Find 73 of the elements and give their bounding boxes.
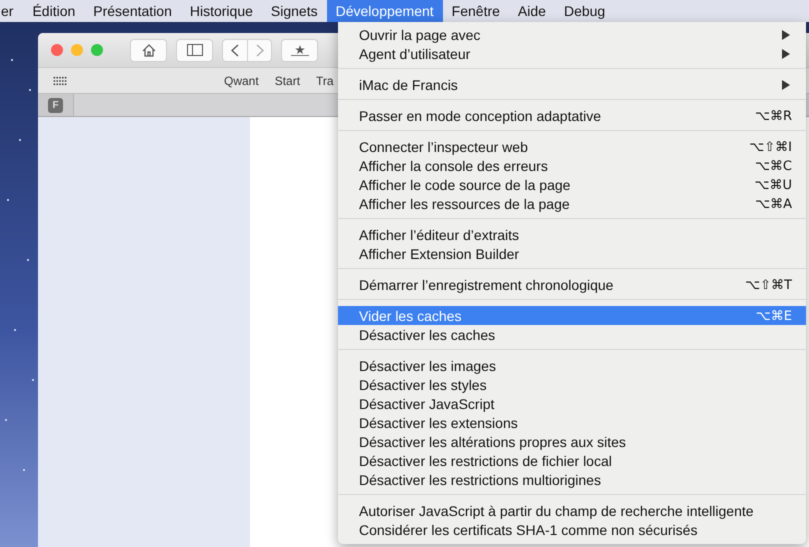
chevron-right-icon: [256, 44, 264, 56]
menu-item-label: Vider les caches: [359, 308, 462, 324]
favorite-link[interactable]: Tra: [316, 74, 334, 88]
menu-item-label: Désactiver les images: [359, 358, 497, 374]
menu-item[interactable]: Passer en mode conception adaptative ⌥⌘R: [338, 106, 806, 125]
menu-item[interactable]: Désactiver les caches: [338, 325, 806, 344]
shortcut-label: ⌥⌘A: [755, 196, 792, 214]
tab-icon[interactable]: F: [48, 98, 63, 112]
menu-item-label: Afficher Extension Builder: [359, 246, 520, 262]
star-icon: [290, 44, 308, 56]
home-icon: [142, 44, 156, 56]
menu-item-label: Désactiver les restrictions multiorigines: [359, 472, 602, 488]
menu-item-label: Désactiver les extensions: [359, 414, 519, 430]
menu-bar-item[interactable]: Développement: [326, 0, 443, 22]
menu-bar-item[interactable]: Fenêtre: [442, 0, 509, 22]
menu-item[interactable]: Afficher les ressources de la page ⌥⌘A: [338, 194, 806, 213]
menu-item[interactable]: Autoriser JavaScript à partir du champ de recherche intelligente: [338, 501, 806, 520]
menu-item-label: Désactiver JavaScript: [359, 396, 496, 412]
favorite-link[interactable]: Qwant: [224, 74, 259, 88]
menu-item[interactable]: Connecter l’inspecteur web ⌥⇧⌘I: [338, 137, 806, 156]
menu-item[interactable]: iMac de Francis: [338, 75, 806, 94]
menu-item[interactable]: Afficher le code source de la page ⌥⌘U: [338, 175, 806, 194]
menu-bar-item[interactable]: Présentation: [84, 0, 181, 22]
menu-item-label: Autoriser JavaScript à partir du champ de recherche intelligente: [359, 502, 755, 518]
menu-item-label: iMac de Francis: [359, 76, 459, 92]
menu-item-label: Désactiver les restrictions de fichier local: [359, 452, 613, 468]
menu-item[interactable]: Désactiver les restrictions multiorigines: [338, 470, 806, 489]
menu-item[interactable]: Désactiver les styles: [338, 375, 806, 394]
menu-item-label: Agent d’utilisateur: [359, 46, 472, 62]
menu-item[interactable]: Considérer les certificats SHA-1 comme non sécurisés: [338, 520, 806, 539]
menu-bar-item[interactable]: Édition: [23, 0, 84, 22]
chevron-left-icon: [231, 44, 239, 56]
menu-bar-item[interactable]: Aide: [508, 0, 555, 22]
menu-item[interactable]: Désactiver JavaScript: [338, 394, 806, 413]
shortcut-label: ⌥⇧⌘T: [745, 277, 792, 295]
menu-item[interactable]: Désactiver les extensions: [338, 413, 806, 432]
menu-item-label: Afficher le code source de la page: [359, 176, 572, 192]
menu-item[interactable]: Afficher la console des erreurs ⌥⌘C: [338, 156, 806, 175]
menu-item-label: Considérer les certificats SHA-1 comme non sécurisés: [359, 522, 698, 538]
menu-item-label: Désactiver les styles: [359, 376, 488, 392]
menu-item-label: Afficher la console des erreurs: [359, 158, 549, 174]
sidebar-button[interactable]: [176, 38, 213, 62]
menu-bar-item[interactable]: er: [0, 0, 24, 22]
bookmark-button[interactable]: [281, 38, 318, 62]
menu-item[interactable]: Désactiver les restrictions de fichier local: [338, 451, 806, 470]
shortcut-label: ⌥⌘R: [754, 108, 792, 126]
shortcut-label: ⌥⇧⌘I: [749, 139, 792, 157]
shortcut-label: ⌥⌘U: [754, 177, 792, 195]
sidebar-icon: [186, 44, 202, 56]
menu-item[interactable]: Démarrer l’enregistrement chronologique ⌥⇧⌘T: [338, 275, 806, 294]
menu-bar-item[interactable]: Historique: [180, 0, 262, 22]
menu-item-label: Connecter l’inspecteur web: [359, 138, 529, 154]
menu-item-label: Afficher l’éditeur d’extraits: [359, 226, 520, 242]
menu-item[interactable]: Désactiver les images: [338, 356, 806, 375]
menu-item-label: Ouvrir la page avec: [359, 26, 482, 42]
menu-item[interactable]: Vider les caches ⌥⌘E: [338, 306, 806, 325]
home-button[interactable]: [130, 38, 167, 62]
favorite-link[interactable]: Start: [274, 74, 300, 88]
menu-item[interactable]: Afficher l’éditeur d’extraits: [338, 225, 806, 244]
menu-item[interactable]: Désactiver les altérations propres aux sites: [338, 432, 806, 451]
menu-bar-item[interactable]: Signets: [262, 0, 327, 22]
menu-item-label: Désactiver les caches: [359, 326, 496, 342]
shortcut-label: ⌥⌘E: [756, 308, 792, 326]
menu-item-label: Désactiver les altérations propres aux sites: [359, 434, 627, 450]
shortcut-label: ⌥⌘C: [754, 158, 792, 176]
menu-item-label: Passer en mode conception adaptative: [359, 108, 602, 124]
menu-bar-item[interactable]: Debug: [554, 0, 614, 22]
back-button[interactable]: [222, 38, 247, 62]
menu-item[interactable]: Ouvrir la page avec: [338, 25, 806, 44]
menu-item-label: Afficher les ressources de la page: [359, 196, 571, 212]
menu-item[interactable]: Afficher Extension Builder: [338, 244, 806, 263]
menu-item-label: Démarrer l’enregistrement chronologique: [359, 276, 614, 292]
grid-icon[interactable]: [53, 76, 67, 86]
